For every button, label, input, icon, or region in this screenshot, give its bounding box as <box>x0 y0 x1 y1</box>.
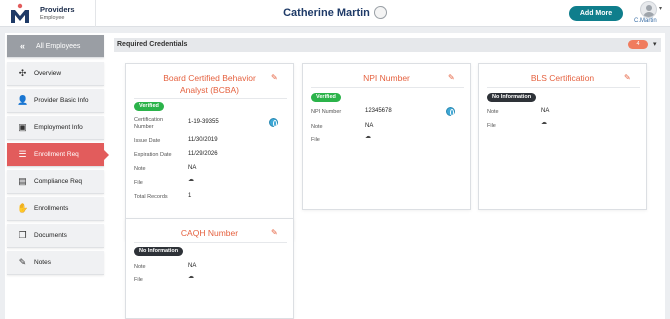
hand-user-icon: ✋ <box>17 203 29 213</box>
sidebar-item-enrollments[interactable]: ✋ Enrollments <box>7 197 104 221</box>
issue-date: 11/30/2019 <box>188 137 218 143</box>
divider <box>311 87 464 88</box>
sidebar-item-label: Documents <box>34 232 67 239</box>
edit-pencil-icon[interactable]: ✎ <box>624 73 631 82</box>
user-info-icon: 👤 <box>17 95 29 105</box>
field-label: Certification Number <box>134 117 163 131</box>
field-label: Note <box>134 264 146 270</box>
npi-number: 12345678 <box>365 108 392 114</box>
add-more-button[interactable]: Add More <box>569 6 623 21</box>
field-label: NPI Number <box>311 109 342 115</box>
certification-number: 1-19-39355 <box>188 119 219 125</box>
cloud-download-icon[interactable]: ☁ <box>188 176 194 183</box>
sidebar-item-label: Compliance Req <box>34 178 83 185</box>
documents-icon: ❐ <box>18 230 27 240</box>
collapse-caret-icon[interactable]: ▾ <box>653 40 657 48</box>
field-label: File <box>487 123 496 129</box>
edit-pencil-icon[interactable]: ✎ <box>271 228 278 237</box>
network-icon: ✣ <box>18 68 27 78</box>
section-header[interactable]: Required Credentials 4 ▾ <box>114 38 661 52</box>
avatar[interactable] <box>640 1 657 18</box>
card-title: NPI Number <box>363 73 410 83</box>
cloud-download-icon[interactable]: ☁ <box>188 273 194 280</box>
field-label: File <box>311 137 320 143</box>
edit-pencil-icon[interactable]: ✎ <box>448 73 455 82</box>
sidebar-item-documents[interactable]: ❐ Documents <box>7 224 104 248</box>
field-label-line2: Number <box>134 124 154 130</box>
note-value: NA <box>365 123 374 129</box>
divider <box>487 87 640 88</box>
main-panel: Required Credentials 4 ▾ Board Certified… <box>5 33 665 319</box>
sidebar-item-employment-info[interactable]: ▣ Employment Info <box>7 116 104 140</box>
id-card-icon: ▣ <box>18 122 27 132</box>
field-label: Note <box>487 109 499 115</box>
status-badge-icon <box>373 6 387 19</box>
card-title-line1: Board Certified Behavior <box>163 73 256 83</box>
double-chevron-left-icon: « <box>19 41 25 51</box>
cloud-download-icon[interactable]: ☁ <box>365 133 371 140</box>
credential-card-bcba: Board Certified Behavior Analyst (BCBA) … <box>125 63 294 240</box>
top-header: Providers Employee Catherine Martin Add … <box>0 0 670 27</box>
sidebar-item-enrollment-req[interactable]: ☰ Enrollment Req <box>7 143 109 167</box>
sidebar-item-notes[interactable]: ✎ Notes <box>7 251 104 275</box>
sidebar-item-overview[interactable]: ✣ Overview <box>7 62 104 86</box>
field-label: Issue Date <box>134 138 161 144</box>
sidebar-item-compliance-req[interactable]: ▤ Compliance Req <box>7 170 104 194</box>
section-title: Required Credentials <box>117 41 188 48</box>
field-label: Total Records <box>134 194 168 200</box>
note-value: NA <box>188 263 197 269</box>
sidebar-item-label: All Employees <box>36 43 81 50</box>
credential-card-npi: NPI Number ✎ Verified NPI Number 1234567… <box>302 63 471 210</box>
sidebar-item-label: Overview <box>34 70 62 77</box>
status-badge: No Information <box>134 247 184 256</box>
sidebar-item-label: Enrollments <box>34 205 69 212</box>
divider <box>134 242 287 243</box>
field-label: Expiration Date <box>134 152 172 158</box>
account-name[interactable]: C.Martin <box>634 18 657 24</box>
sidebar-item-all-employees[interactable]: « All Employees <box>7 35 104 58</box>
field-label: File <box>134 277 143 283</box>
credential-card-bls: BLS Certification ✎ No Information Note … <box>478 63 647 210</box>
edit-pencil-icon[interactable]: ✎ <box>271 73 278 82</box>
status-badge: Verified <box>311 93 341 102</box>
divider <box>134 98 287 99</box>
sidebar-item-label: Enrollment Req <box>34 151 79 158</box>
sidebar-item-label: Employment Info <box>34 124 83 131</box>
sidebar-item-label: Provider Basic Info <box>34 97 89 104</box>
cloud-download-icon[interactable]: ☁ <box>541 119 547 126</box>
field-label-line1: Certification <box>134 117 164 123</box>
globe-icon[interactable] <box>269 118 278 127</box>
field-label: File <box>134 180 143 186</box>
chevron-down-icon[interactable]: ▾ <box>659 5 662 12</box>
status-badge: Verified <box>134 102 164 111</box>
clipboard-icon: ▤ <box>18 176 27 186</box>
globe-icon[interactable] <box>446 107 455 116</box>
card-title: Board Certified Behavior Analyst (BCBA) <box>126 72 293 96</box>
card-title-line2: Analyst (BCBA) <box>179 85 240 95</box>
card-title: CAQH Number <box>180 228 239 238</box>
field-label: Note <box>134 166 146 172</box>
count-badge: 4 <box>628 40 648 49</box>
credential-card-caqh: CAQH Number ✎ No Information Note NA Fil… <box>125 218 294 319</box>
expiration-date: 11/29/2026 <box>188 151 218 157</box>
note-icon: ✎ <box>18 257 27 267</box>
field-label: Note <box>311 124 323 130</box>
card-title: BLS Certification <box>530 73 595 83</box>
total-records: 1 <box>188 193 192 199</box>
employee-name: Catherine Martin <box>283 7 370 20</box>
sidebar-item-provider-basic-info[interactable]: 👤 Provider Basic Info <box>7 89 104 113</box>
note-value: NA <box>541 108 550 114</box>
list-check-icon: ☰ <box>18 149 27 159</box>
status-badge: No Information <box>487 93 537 102</box>
note-value: NA <box>188 165 197 171</box>
sidebar-item-label: Notes <box>34 259 51 266</box>
